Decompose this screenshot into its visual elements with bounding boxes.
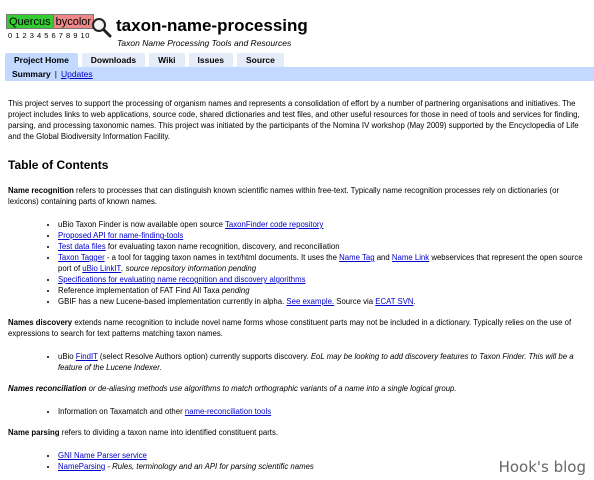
blog-watermark: Hook's blog (498, 458, 586, 476)
see-example-link[interactable]: See example. (286, 297, 334, 306)
toc-heading: Table of Contents (8, 158, 109, 172)
gni-parser-link[interactable]: GNI Name Parser service (58, 451, 147, 460)
recognition-paragraph: Name recognition refers to processes tha… (8, 185, 586, 207)
item-note: . source repository information pending (121, 264, 257, 273)
ubio-linkit-link[interactable]: uBio LinkIT (82, 264, 121, 273)
subnav-updates-link[interactable]: Updates (61, 69, 93, 79)
list-item: GBIF has a new Lucene-based implementati… (58, 296, 586, 307)
item-text: and (374, 253, 392, 262)
subnav-bar: Summary | Updates (5, 67, 594, 81)
item-text: GBIF has a new Lucene-based implementati… (58, 297, 287, 306)
discovery-paragraph: Names discovery extends name recognition… (8, 317, 586, 339)
item-note: pending (221, 286, 250, 295)
discovery-term: Names discovery (8, 318, 73, 327)
list-item: Specifications for evaluating name recog… (58, 274, 586, 285)
subnav-summary[interactable]: Summary (12, 69, 51, 79)
main-tabs: Project Home Downloads Wiki Issues Sourc… (5, 53, 288, 67)
discovery-text: extends name recognition to include nove… (8, 318, 572, 338)
recognition-text: refers to processes that can distinguish… (8, 186, 560, 206)
ecat-svn-link[interactable]: ECAT SVN (375, 297, 413, 306)
parsing-term: Name parsing (8, 428, 60, 437)
discovery-list: uBio FindIT (select Resolve Authors opti… (58, 351, 586, 373)
logo-wordmark: Quercus bycolor (6, 14, 95, 29)
tab-downloads[interactable]: Downloads (81, 53, 146, 67)
proposed-api-link[interactable]: Proposed API for name-finding-tools (58, 231, 183, 240)
tab-source[interactable]: Source (237, 53, 284, 67)
name-link-link[interactable]: Name Link (392, 253, 429, 262)
list-item: uBio Taxon Finder is now available open … (58, 219, 586, 230)
list-item: Proposed API for name-finding-tools (58, 230, 586, 241)
subnav-separator: | (54, 69, 57, 79)
list-item: Information on Taxamatch and other name-… (58, 406, 586, 417)
taxonfinder-repo-link[interactable]: TaxonFinder code repository (225, 220, 323, 229)
tab-wiki[interactable]: Wiki (149, 53, 185, 67)
findit-link[interactable]: FindIT (76, 352, 98, 361)
project-logo[interactable]: Quercus bycolor 0 1 2 3 4 5 6 7 8 9 10 (6, 14, 116, 44)
logo-digits: 0 1 2 3 4 5 6 7 8 9 10 (8, 31, 90, 40)
list-item: uBio FindIT (select Resolve Authors opti… (58, 351, 586, 373)
project-name[interactable]: taxon-name-processing (116, 16, 308, 36)
item-text: Source via (334, 297, 376, 306)
reconciliation-term: Names reconciliation (8, 384, 87, 393)
item-text: Reference implementation of FAT Find All… (58, 286, 222, 295)
reconciliation-paragraph: Names reconciliation or de-aliasing meth… (8, 383, 586, 394)
recognition-list: uBio Taxon Finder is now available open … (58, 219, 586, 307)
item-note: - Rules, terminology and an API for pars… (105, 462, 314, 471)
specifications-link[interactable]: Specifications for evaluating name recog… (58, 275, 305, 284)
item-text: uBio Taxon Finder is now available open … (58, 220, 226, 229)
item-text: - a tool for tagging taxon names in text… (104, 253, 340, 262)
list-item: Taxon Tagger - a tool for tagging taxon … (58, 252, 586, 274)
reconciliation-text: or de-aliasing methods use algorithms to… (86, 384, 457, 393)
reconciliation-list: Information on Taxamatch and other name-… (58, 406, 586, 417)
reconciliation-tools-link[interactable]: name-reconciliation tools (185, 407, 271, 416)
item-text: Information on Taxamatch and other (58, 407, 185, 416)
parsing-text: refers to dividing a taxon name into ide… (59, 428, 279, 437)
test-data-link[interactable]: Test data files (58, 242, 106, 251)
intro-paragraph: This project serves to support the proce… (8, 99, 580, 141)
project-summary: Taxon Name Processing Tools and Resource… (117, 38, 292, 48)
list-item: Test data files for evaluating taxon nam… (58, 241, 586, 252)
item-text: uBio (58, 352, 76, 361)
parsing-paragraph: Name parsing refers to dividing a taxon … (8, 427, 586, 438)
recognition-term: Name recognition (8, 186, 74, 195)
project-header: Quercus bycolor 0 1 2 3 4 5 6 7 8 9 10 t… (6, 14, 594, 52)
list-item: Reference implementation of FAT Find All… (58, 285, 586, 296)
item-text: . (413, 297, 416, 306)
magnifier-icon (92, 18, 112, 38)
taxon-tagger-link[interactable]: Taxon Tagger (58, 253, 105, 262)
logo-word-quercus: Quercus (6, 14, 54, 29)
tab-issues[interactable]: Issues (188, 53, 234, 67)
item-text: for evaluating taxon name recognition, d… (105, 242, 340, 251)
nameparsing-link[interactable]: NameParsing (58, 462, 105, 471)
name-tag-link[interactable]: Name Tag (339, 253, 374, 262)
item-text: (select Resolve Authors option) currentl… (97, 352, 311, 361)
tab-project-home[interactable]: Project Home (5, 53, 78, 67)
logo-word-bycolor: bycolor (53, 14, 95, 29)
wiki-content: This project serves to support the proce… (8, 98, 586, 480)
